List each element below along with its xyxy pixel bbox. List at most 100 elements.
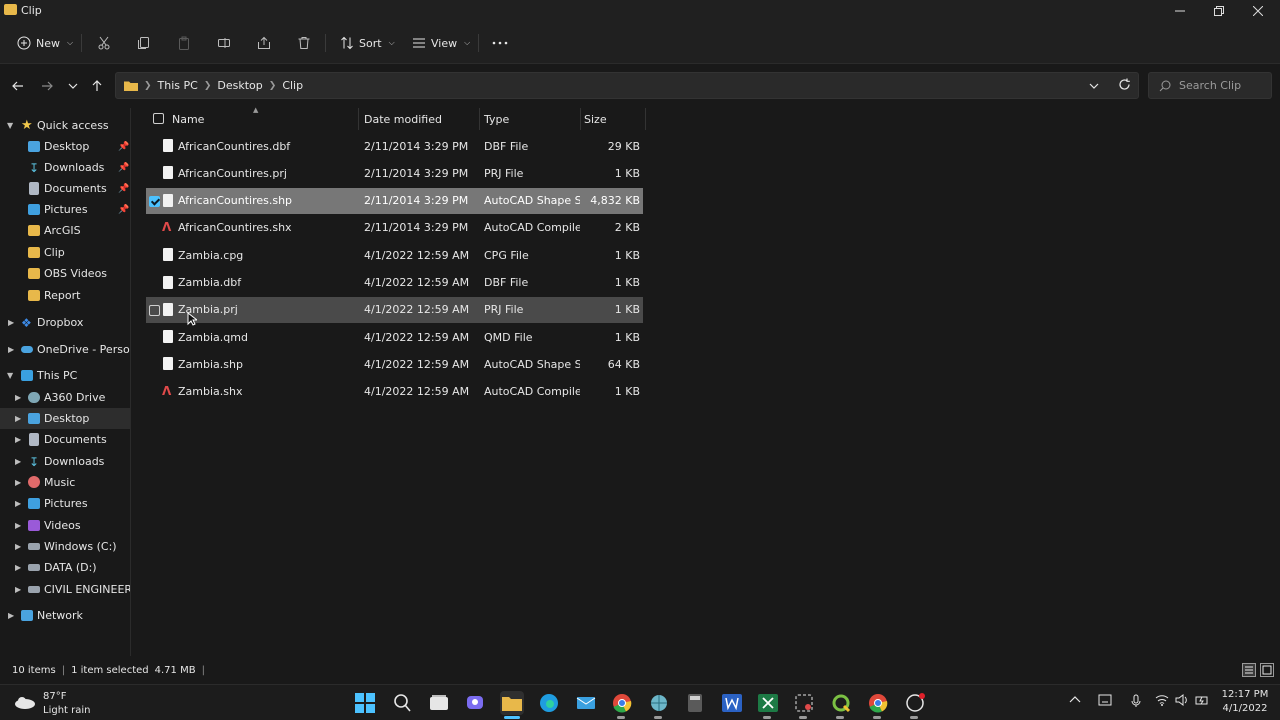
forward-button[interactable] [36, 76, 58, 96]
sidebar-item-dropbox[interactable]: ▶ ❖ Dropbox [0, 312, 130, 333]
close-button[interactable] [1239, 0, 1277, 22]
details-view-button[interactable] [1242, 663, 1256, 677]
chevron-right-icon[interactable]: ▶ [15, 457, 21, 466]
up-button[interactable] [86, 76, 108, 96]
column-divider[interactable] [358, 108, 359, 130]
sidebar-item-onedrive[interactable]: ▶ OneDrive - Personal [0, 339, 130, 360]
sidebar-item-videos[interactable]: ▶ Videos [0, 515, 130, 536]
file-row[interactable]: AfricanCountires.dbf 2/11/2014 3:29 PM DBF… [146, 133, 643, 159]
address-bar[interactable]: ❯ This PC ❯ Desktop ❯ Clip [115, 72, 1139, 99]
sidebar-item-civil-engineering[interactable]: ▶ CIVIL ENGINEERING [0, 579, 130, 600]
show-hidden-icons-button[interactable] [1069, 694, 1081, 707]
chevron-right-icon[interactable]: ▶ [8, 611, 14, 620]
chrome-button[interactable] [610, 691, 634, 715]
sort-button[interactable]: Sort ⌵ [340, 32, 395, 54]
microphone-tray-icon[interactable] [1131, 694, 1141, 711]
chevron-right-icon[interactable]: ▶ [15, 393, 21, 402]
file-row[interactable]: Zambia.qmd 4/1/2022 12:59 AM QMD File 1 KB [146, 324, 643, 350]
column-divider[interactable] [479, 108, 480, 130]
recorder-button[interactable] [903, 691, 927, 715]
file-row[interactable]: Zambia.shp 4/1/2022 12:59 AM AutoCAD Shape… [146, 351, 643, 377]
tablet-mode-tray-icon[interactable] [1098, 694, 1112, 709]
paste-button[interactable] [177, 32, 191, 54]
rename-button[interactable] [217, 32, 231, 54]
chevron-right-icon[interactable]: ▶ [8, 345, 14, 354]
sidebar-item-this-pc[interactable]: ▼ This PC [0, 365, 130, 386]
column-header-date[interactable]: Date modified [364, 108, 479, 130]
chevron-right-icon[interactable]: ▶ [15, 435, 21, 444]
search-box[interactable]: Search Clip [1148, 72, 1272, 99]
file-row[interactable]: AfricanCountires.shp 2/11/2014 3:29 PM Aut… [146, 187, 643, 214]
sidebar-item-documents-pinned[interactable]: Documents 📌 [0, 178, 130, 199]
globe-app-button[interactable] [647, 691, 671, 715]
calculator-button[interactable] [683, 691, 707, 715]
sidebar-item-windows-c[interactable]: ▶ Windows (C:) [0, 536, 130, 557]
delete-button[interactable] [297, 32, 311, 54]
excel-button[interactable] [756, 691, 780, 715]
cut-button[interactable] [97, 32, 111, 54]
wifi-tray-icon[interactable] [1155, 694, 1169, 709]
sidebar-item-network[interactable]: ▶ Network [0, 605, 130, 626]
file-row[interactable]: Λ AfricanCountires.shx 2/11/2014 3:29 PM Au… [146, 215, 643, 241]
breadcrumb-this-pc[interactable]: This PC [158, 79, 198, 92]
chevron-right-icon[interactable]: ▶ [15, 478, 21, 487]
sidebar-item-downloads[interactable]: ▶ ↧ Downloads [0, 451, 130, 472]
view-button[interactable]: View ⌵ [412, 32, 470, 54]
select-all-checkbox[interactable] [153, 113, 164, 124]
sidebar-item-a360-drive[interactable]: ▶ A360 Drive [0, 387, 130, 408]
sidebar-item-pictures[interactable]: ▶ Pictures [0, 493, 130, 514]
word-button[interactable] [720, 691, 744, 715]
chat-button[interactable] [463, 691, 487, 715]
new-button[interactable]: New ⌵ [17, 32, 73, 54]
file-row[interactable]: Λ Zambia.shx 4/1/2022 12:59 AM AutoCAD Comp… [146, 379, 643, 405]
chrome-profile-button[interactable] [866, 691, 890, 715]
chevron-right-icon[interactable]: ▶ [15, 563, 21, 572]
recent-locations-button[interactable] [62, 76, 84, 96]
column-divider[interactable] [645, 108, 646, 130]
sidebar-item-downloads-pinned[interactable]: ↧ Downloads 📌 [0, 157, 130, 178]
sidebar-item-quick-access[interactable]: ▼ ★ Quick access [0, 115, 130, 136]
column-header-type[interactable]: Type [484, 108, 579, 130]
column-header-name[interactable]: Name [172, 108, 357, 130]
column-divider[interactable] [580, 108, 581, 130]
minimize-button[interactable] [1161, 0, 1199, 22]
sidebar-item-obs-videos[interactable]: OBS Videos [0, 263, 130, 284]
file-row[interactable]: Zambia.dbf 4/1/2022 12:59 AM DBF File 1 KB [146, 270, 643, 296]
column-header-size[interactable]: Size [584, 108, 644, 130]
file-row[interactable]: Zambia.cpg 4/1/2022 12:59 AM CPG File 1 KB [146, 242, 643, 268]
address-dropdown-button[interactable] [1089, 80, 1099, 93]
sidebar-item-clip[interactable]: Clip [0, 242, 130, 263]
sidebar-item-desktop-pinned[interactable]: Desktop 📌 [0, 136, 130, 157]
chevron-right-icon[interactable]: ▶ [8, 318, 14, 327]
row-checkbox[interactable] [149, 195, 160, 207]
qgis-button[interactable] [829, 691, 853, 715]
breadcrumb-clip[interactable]: Clip [282, 79, 303, 92]
tiles-view-button[interactable] [1260, 663, 1274, 677]
share-button[interactable] [257, 32, 271, 54]
chevron-right-icon[interactable]: ▶ [15, 499, 21, 508]
task-view-button[interactable] [427, 691, 451, 715]
system-clock[interactable]: 12:17 PM 4/1/2022 [1214, 688, 1276, 716]
start-button[interactable] [353, 691, 377, 715]
taskbar-search-button[interactable] [390, 691, 414, 715]
sidebar-item-pictures-pinned[interactable]: Pictures 📌 [0, 199, 130, 220]
breadcrumb-desktop[interactable]: Desktop [217, 79, 262, 92]
maximize-button[interactable] [1200, 0, 1238, 22]
file-explorer-taskbar-button[interactable] [500, 691, 524, 715]
sidebar-item-data-d[interactable]: ▶ DATA (D:) [0, 557, 130, 578]
chevron-down-icon[interactable]: ▼ [7, 121, 13, 130]
back-button[interactable] [7, 76, 29, 96]
file-row[interactable]: Zambia.prj 4/1/2022 12:59 AM PRJ File 1 KB [146, 296, 643, 323]
chevron-down-icon[interactable]: ▼ [7, 371, 13, 380]
chevron-right-icon[interactable]: ▶ [15, 585, 21, 594]
more-options-button[interactable] [492, 32, 508, 54]
sidebar-item-arcgis[interactable]: ArcGIS [0, 220, 130, 241]
chevron-right-icon[interactable]: ▶ [15, 542, 21, 551]
refresh-button[interactable] [1118, 78, 1131, 94]
snipping-tool-button[interactable] [792, 691, 816, 715]
file-row[interactable]: AfricanCountires.prj 2/11/2014 3:29 PM PRJ… [146, 160, 643, 186]
edge-button[interactable] [537, 691, 561, 715]
sidebar-item-desktop[interactable]: ▶ Desktop [0, 408, 130, 429]
copy-button[interactable] [137, 32, 151, 54]
sidebar-item-documents[interactable]: ▶ Documents [0, 429, 130, 450]
